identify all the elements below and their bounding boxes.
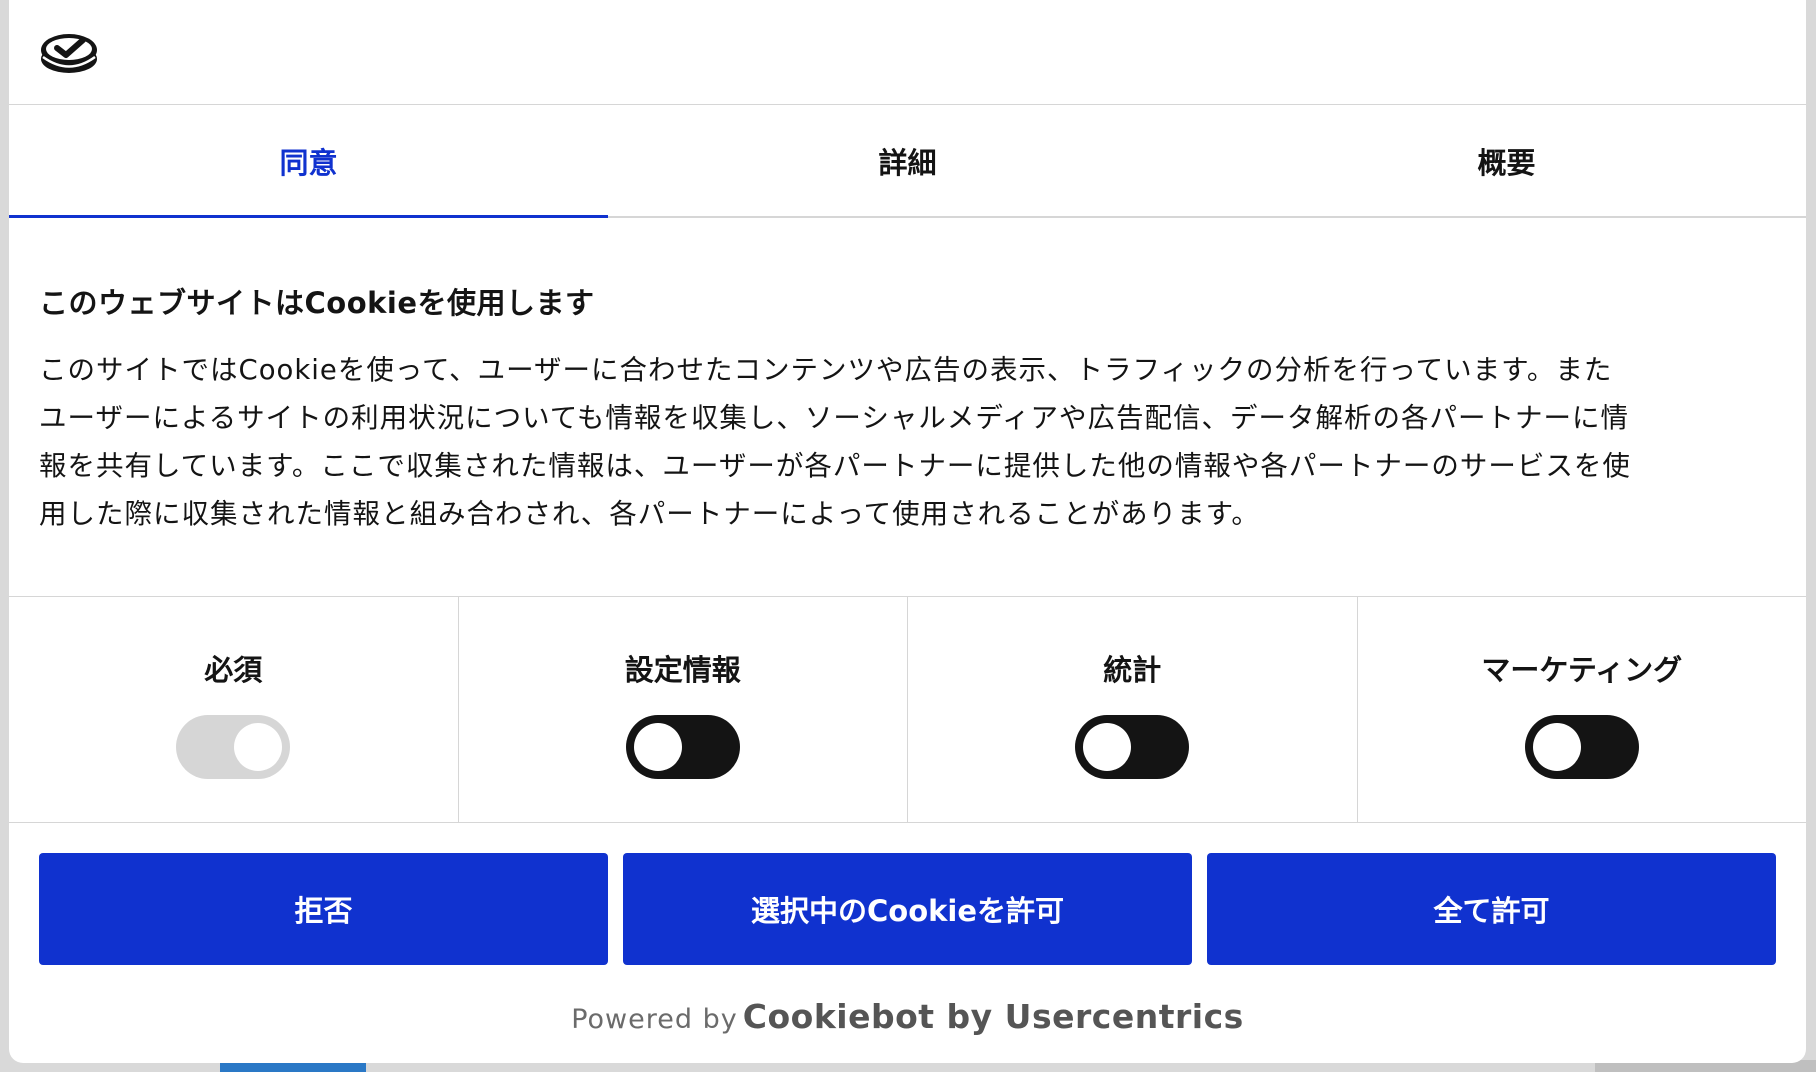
- powered-by-label: Powered by: [571, 1004, 738, 1035]
- tab-about-label: 概要: [1477, 145, 1536, 180]
- dialog-header: [9, 0, 1806, 105]
- tab-bar: 同意 詳細 概要: [9, 105, 1806, 218]
- necessary-toggle: [176, 715, 291, 779]
- consent-description: このサイトではCookieを使って、ユーザーに合わせたコンテンツや広告の表示、ト…: [39, 346, 1776, 538]
- category-preferences: 設定情報: [459, 597, 908, 822]
- tab-details[interactable]: 詳細: [608, 105, 1207, 216]
- toggle-knob: [234, 723, 283, 771]
- category-statistics-label: 統計: [1103, 653, 1162, 687]
- toggle-knob: [1532, 723, 1581, 771]
- category-preferences-label: 設定情報: [624, 653, 741, 687]
- consent-description-line: ユーザーによるサイトの利用状況についても情報を収集し、ソーシャルメディアや広告配…: [39, 402, 1629, 434]
- tab-consent[interactable]: 同意: [9, 105, 608, 218]
- category-marketing: マーケティング: [1358, 597, 1807, 822]
- statistics-toggle[interactable]: [1075, 715, 1190, 779]
- consent-content: このウェブサイトはCookieを使用します このサイトではCookieを使って、…: [9, 218, 1806, 596]
- cookiebot-logo-icon: [41, 34, 97, 73]
- category-statistics: 統計: [908, 597, 1358, 822]
- deny-button[interactable]: 拒否: [39, 853, 608, 965]
- category-marketing-label: マーケティング: [1481, 653, 1683, 687]
- consent-description-line: このサイトではCookieを使って、ユーザーに合わせたコンテンツや広告の表示、ト…: [39, 354, 1613, 386]
- powered-by-footer[interactable]: Powered by Cookiebot by Usercentrics: [9, 997, 1806, 1036]
- marketing-toggle[interactable]: [1524, 715, 1639, 779]
- allow-all-button[interactable]: 全て許可: [1207, 853, 1776, 965]
- tab-details-label: 詳細: [878, 145, 937, 180]
- action-buttons: 拒否 選択中のCookieを許可 全て許可: [9, 823, 1806, 965]
- allow-selection-button[interactable]: 選択中のCookieを許可: [623, 853, 1192, 965]
- toggle-knob: [633, 723, 682, 771]
- tab-about[interactable]: 概要: [1207, 105, 1806, 216]
- consent-title: このウェブサイトはCookieを使用します: [39, 286, 595, 320]
- consent-description-line: 報を共有しています。ここで収集された情報は、ユーザーが各パートナーに提供した他の…: [39, 450, 1631, 482]
- category-toggles: 必須 設定情報 統計 マーケティング: [9, 596, 1806, 823]
- tab-consent-label: 同意: [279, 145, 338, 180]
- category-necessary: 必須: [9, 597, 459, 822]
- cookie-consent-dialog: 同意 詳細 概要 このウェブサイトはCookieを使用します このサイトではCo…: [9, 0, 1806, 1063]
- preferences-toggle[interactable]: [625, 715, 740, 779]
- consent-description-line: 用した際に収集された情報と組み合わされ、各パートナーによって使用されることがあり…: [39, 498, 1260, 530]
- toggle-knob: [1083, 723, 1132, 771]
- category-necessary-label: 必須: [204, 653, 263, 687]
- cookiebot-brand-link[interactable]: Cookiebot by Usercentrics: [743, 997, 1244, 1036]
